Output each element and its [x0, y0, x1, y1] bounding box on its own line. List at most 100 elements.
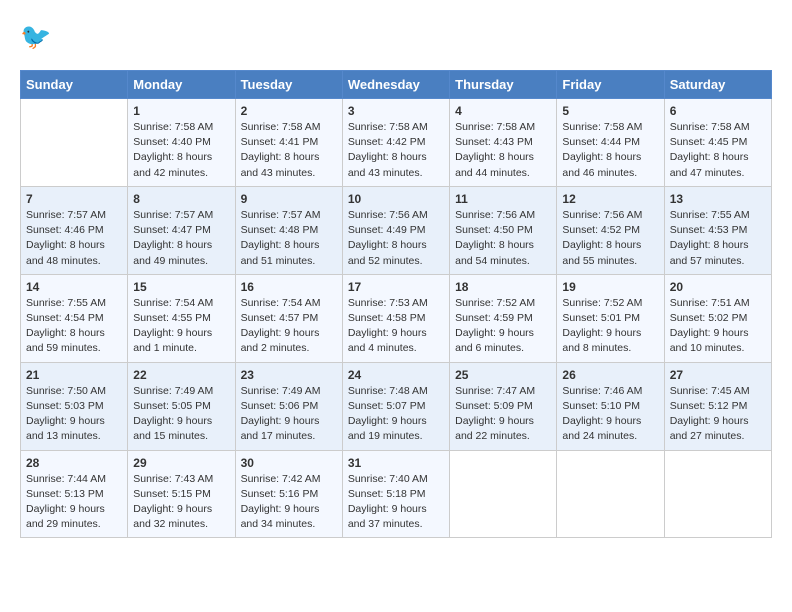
day-number: 3 [348, 104, 444, 118]
day-info: Sunrise: 7:40 AM Sunset: 5:18 PM Dayligh… [348, 472, 444, 533]
day-info: Sunrise: 7:50 AM Sunset: 5:03 PM Dayligh… [26, 384, 122, 445]
day-info: Sunrise: 7:58 AM Sunset: 4:41 PM Dayligh… [241, 120, 337, 181]
calendar-week-row: 14 Sunrise: 7:55 AM Sunset: 4:54 PM Dayli… [21, 274, 772, 362]
day-number: 20 [670, 280, 766, 294]
day-number: 11 [455, 192, 551, 206]
calendar-cell: 25Sunrise: 7:47 AM Sunset: 5:09 PM Dayli… [450, 362, 557, 450]
day-info: Sunrise: 7:55 AM Sunset: 4:54 PM Dayligh… [26, 296, 122, 357]
day-number: 27 [670, 368, 766, 382]
calendar-cell: 4 Sunrise: 7:58 AM Sunset: 4:43 PM Daylig… [450, 99, 557, 187]
day-info: Sunrise: 7:55 AM Sunset: 4:53 PM Dayligh… [670, 208, 766, 269]
day-number: 9 [241, 192, 337, 206]
calendar-cell: 13 Sunrise: 7:55 AM Sunset: 4:53 PM Dayli… [664, 186, 771, 274]
calendar-cell: 7 Sunrise: 7:57 AM Sunset: 4:46 PM Daylig… [21, 186, 128, 274]
day-info: Sunrise: 7:52 AM Sunset: 4:59 PM Dayligh… [455, 296, 551, 357]
day-info: Sunrise: 7:57 AM Sunset: 4:47 PM Dayligh… [133, 208, 229, 269]
calendar-week-row: 21Sunrise: 7:50 AM Sunset: 5:03 PM Dayli… [21, 362, 772, 450]
day-info: Sunrise: 7:56 AM Sunset: 4:52 PM Dayligh… [562, 208, 658, 269]
day-header-sunday: Sunday [21, 71, 128, 99]
calendar-cell: 30 Sunrise: 7:42 AM Sunset: 5:16 PM Dayli… [235, 450, 342, 538]
calendar-cell [664, 450, 771, 538]
calendar-cell [450, 450, 557, 538]
day-number: 17 [348, 280, 444, 294]
day-info: Sunrise: 7:58 AM Sunset: 4:42 PM Dayligh… [348, 120, 444, 181]
day-info: Sunrise: 7:56 AM Sunset: 4:50 PM Dayligh… [455, 208, 551, 269]
day-info: Sunrise: 7:45 AM Sunset: 5:12 PM Dayligh… [670, 384, 766, 445]
day-info: Sunrise: 7:47 AM Sunset: 5:09 PM Dayligh… [455, 384, 551, 445]
day-number: 28 [26, 456, 122, 470]
day-header-wednesday: Wednesday [342, 71, 449, 99]
day-number: 2 [241, 104, 337, 118]
day-info: Sunrise: 7:58 AM Sunset: 4:43 PM Dayligh… [455, 120, 551, 181]
day-number: 6 [670, 104, 766, 118]
calendar-cell: 17Sunrise: 7:53 AM Sunset: 4:58 PM Dayli… [342, 274, 449, 362]
calendar-cell: 5Sunrise: 7:58 AM Sunset: 4:44 PM Daylig… [557, 99, 664, 187]
day-info: Sunrise: 7:43 AM Sunset: 5:15 PM Dayligh… [133, 472, 229, 533]
day-info: Sunrise: 7:44 AM Sunset: 5:13 PM Dayligh… [26, 472, 122, 533]
day-info: Sunrise: 7:52 AM Sunset: 5:01 PM Dayligh… [562, 296, 658, 357]
calendar-cell: 1 Sunrise: 7:58 AM Sunset: 4:40 PM Daylig… [128, 99, 235, 187]
day-number: 29 [133, 456, 229, 470]
calendar-cell: 24Sunrise: 7:48 AM Sunset: 5:07 PM Dayli… [342, 362, 449, 450]
day-number: 7 [26, 192, 122, 206]
calendar-cell: 21Sunrise: 7:50 AM Sunset: 5:03 PM Dayli… [21, 362, 128, 450]
calendar-table: SundayMondayTuesdayWednesdayThursdayFrid… [20, 70, 772, 538]
calendar-cell: 19 Sunrise: 7:52 AM Sunset: 5:01 PM Dayli… [557, 274, 664, 362]
day-info: Sunrise: 7:46 AM Sunset: 5:10 PM Dayligh… [562, 384, 658, 445]
day-header-saturday: Saturday [664, 71, 771, 99]
calendar-cell: 3 Sunrise: 7:58 AM Sunset: 4:42 PM Daylig… [342, 99, 449, 187]
day-number: 5 [562, 104, 658, 118]
day-info: Sunrise: 7:54 AM Sunset: 4:55 PM Dayligh… [133, 296, 229, 357]
day-number: 16 [241, 280, 337, 294]
day-header-tuesday: Tuesday [235, 71, 342, 99]
day-number: 15 [133, 280, 229, 294]
calendar-cell: 31 Sunrise: 7:40 AM Sunset: 5:18 PM Dayli… [342, 450, 449, 538]
calendar-cell: 22 Sunrise: 7:49 AM Sunset: 5:05 PM Dayli… [128, 362, 235, 450]
calendar-header-row: SundayMondayTuesdayWednesdayThursdayFrid… [21, 71, 772, 99]
day-number: 4 [455, 104, 551, 118]
day-info: Sunrise: 7:57 AM Sunset: 4:48 PM Dayligh… [241, 208, 337, 269]
calendar-week-row: 7 Sunrise: 7:57 AM Sunset: 4:46 PM Daylig… [21, 186, 772, 274]
calendar-cell: 26 Sunrise: 7:46 AM Sunset: 5:10 PM Dayli… [557, 362, 664, 450]
page-header: 🐦 [20, 20, 772, 56]
calendar-week-row: 1 Sunrise: 7:58 AM Sunset: 4:40 PM Daylig… [21, 99, 772, 187]
day-number: 24 [348, 368, 444, 382]
calendar-cell: 2 Sunrise: 7:58 AM Sunset: 4:41 PM Daylig… [235, 99, 342, 187]
day-info: Sunrise: 7:42 AM Sunset: 5:16 PM Dayligh… [241, 472, 337, 533]
day-number: 1 [133, 104, 229, 118]
calendar-cell [557, 450, 664, 538]
day-number: 18 [455, 280, 551, 294]
day-info: Sunrise: 7:49 AM Sunset: 5:05 PM Dayligh… [133, 384, 229, 445]
day-number: 23 [241, 368, 337, 382]
day-number: 13 [670, 192, 766, 206]
calendar-week-row: 28 Sunrise: 7:44 AM Sunset: 5:13 PM Dayli… [21, 450, 772, 538]
day-number: 31 [348, 456, 444, 470]
day-info: Sunrise: 7:58 AM Sunset: 4:40 PM Dayligh… [133, 120, 229, 181]
day-info: Sunrise: 7:58 AM Sunset: 4:45 PM Dayligh… [670, 120, 766, 181]
calendar-cell: 10Sunrise: 7:56 AM Sunset: 4:49 PM Dayli… [342, 186, 449, 274]
calendar-cell: 6 Sunrise: 7:58 AM Sunset: 4:45 PM Daylig… [664, 99, 771, 187]
day-info: Sunrise: 7:54 AM Sunset: 4:57 PM Dayligh… [241, 296, 337, 357]
calendar-cell: 28 Sunrise: 7:44 AM Sunset: 5:13 PM Dayli… [21, 450, 128, 538]
day-info: Sunrise: 7:49 AM Sunset: 5:06 PM Dayligh… [241, 384, 337, 445]
calendar-cell: 20 Sunrise: 7:51 AM Sunset: 5:02 PM Dayli… [664, 274, 771, 362]
day-number: 12 [562, 192, 658, 206]
calendar-cell: 27 Sunrise: 7:45 AM Sunset: 5:12 PM Dayli… [664, 362, 771, 450]
day-header-monday: Monday [128, 71, 235, 99]
calendar-cell: 23 Sunrise: 7:49 AM Sunset: 5:06 PM Dayli… [235, 362, 342, 450]
calendar-cell: 18 Sunrise: 7:52 AM Sunset: 4:59 PM Dayli… [450, 274, 557, 362]
day-number: 26 [562, 368, 658, 382]
day-number: 10 [348, 192, 444, 206]
day-info: Sunrise: 7:57 AM Sunset: 4:46 PM Dayligh… [26, 208, 122, 269]
logo-icon: 🐦 [20, 20, 56, 56]
day-number: 14 [26, 280, 122, 294]
day-number: 8 [133, 192, 229, 206]
calendar-cell: 16 Sunrise: 7:54 AM Sunset: 4:57 PM Dayli… [235, 274, 342, 362]
calendar-cell: 9 Sunrise: 7:57 AM Sunset: 4:48 PM Daylig… [235, 186, 342, 274]
calendar-cell: 12 Sunrise: 7:56 AM Sunset: 4:52 PM Dayli… [557, 186, 664, 274]
day-number: 22 [133, 368, 229, 382]
day-number: 30 [241, 456, 337, 470]
day-header-thursday: Thursday [450, 71, 557, 99]
day-info: Sunrise: 7:51 AM Sunset: 5:02 PM Dayligh… [670, 296, 766, 357]
day-number: 19 [562, 280, 658, 294]
